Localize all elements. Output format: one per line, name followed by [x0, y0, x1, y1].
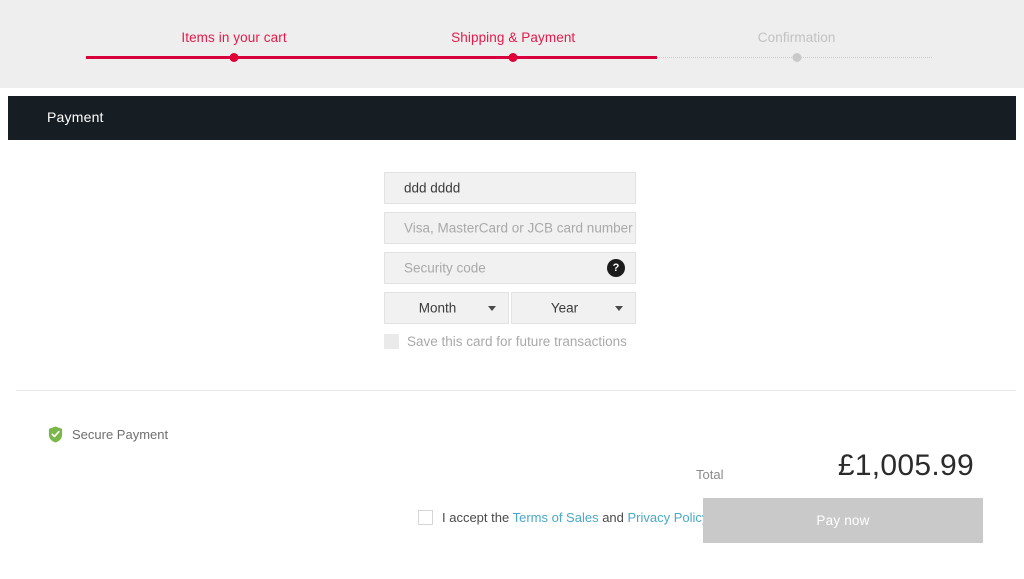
stepper-track: [86, 56, 932, 59]
expiry-month-select[interactable]: Month: [384, 292, 509, 324]
stepper-dot-confirmation: [792, 53, 801, 62]
cardholder-name-value: ddd dddd: [404, 181, 460, 196]
terms-prefix: I accept the: [442, 510, 513, 525]
expiry-year-select[interactable]: Year: [511, 292, 636, 324]
terms-middle: and: [599, 510, 628, 525]
secure-payment-label: Secure Payment: [72, 427, 168, 442]
footer-divider: [16, 390, 1016, 391]
secure-payment-badge: Secure Payment: [48, 426, 168, 443]
payment-card: Payment ddd dddd Visa, MasterCard or JCB…: [8, 96, 1016, 579]
stepper-label-shipping-payment[interactable]: Shipping & Payment: [451, 30, 575, 45]
save-card-label: Save this card for future transactions: [407, 334, 627, 349]
shield-check-icon: [48, 426, 63, 443]
accept-terms-checkbox[interactable]: [418, 510, 433, 525]
chevron-down-icon: [488, 306, 496, 311]
terms-acceptance-row: I accept the Terms of Sales and Privacy …: [418, 510, 711, 525]
privacy-policy-link[interactable]: Privacy Policy: [628, 510, 708, 525]
stepper-label-confirmation: Confirmation: [758, 30, 836, 45]
save-card-row: Save this card for future transactions: [384, 334, 636, 349]
pay-now-button[interactable]: Pay now: [703, 498, 983, 543]
cardholder-name-field[interactable]: ddd dddd: [384, 172, 636, 204]
order-total-amount: £1,005.99: [838, 449, 974, 483]
save-card-checkbox[interactable]: [384, 334, 399, 349]
stepper-track-completed: [86, 56, 657, 59]
stepper-label-items-in-cart[interactable]: Items in your cart: [181, 30, 286, 45]
stepper-dot-items-in-cart[interactable]: [230, 53, 239, 62]
expiry-row: Month Year: [384, 292, 636, 324]
payment-form: ddd dddd Visa, MasterCard or JCB card nu…: [384, 172, 636, 349]
chevron-down-icon: [615, 306, 623, 311]
security-code-placeholder: Security code: [404, 261, 486, 276]
checkout-payment-page: Items in your cart Shipping & Payment Co…: [0, 0, 1024, 579]
terms-acceptance-text: I accept the Terms of Sales and Privacy …: [442, 510, 711, 525]
security-code-field[interactable]: Security code ?: [384, 252, 636, 284]
stepper-labels: Items in your cart Shipping & Payment Co…: [86, 30, 932, 52]
checkout-stepper: Items in your cart Shipping & Payment Co…: [86, 0, 932, 88]
terms-of-sales-link[interactable]: Terms of Sales: [513, 510, 599, 525]
payment-section-title: Payment: [47, 109, 104, 125]
checkout-stepper-band: Items in your cart Shipping & Payment Co…: [0, 0, 1024, 88]
order-total-label: Total: [696, 467, 723, 482]
payment-section-header: Payment: [8, 96, 1016, 140]
stepper-dot-shipping-payment[interactable]: [509, 53, 518, 62]
question-mark-icon[interactable]: ?: [607, 259, 625, 277]
card-number-field[interactable]: Visa, MasterCard or JCB card number: [384, 212, 636, 244]
card-number-placeholder: Visa, MasterCard or JCB card number: [404, 221, 633, 236]
